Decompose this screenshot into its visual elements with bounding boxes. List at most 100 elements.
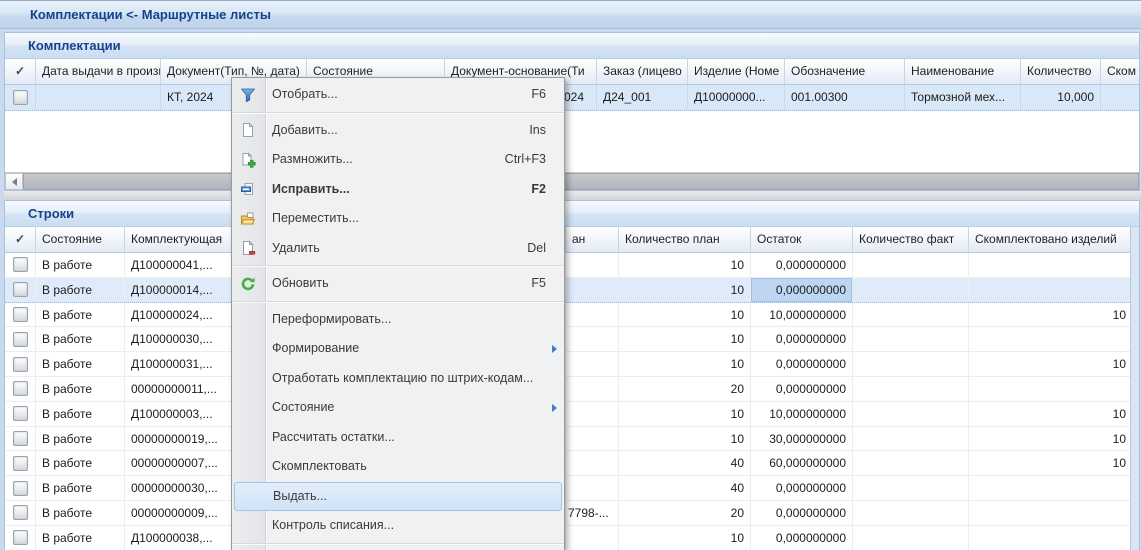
table-row[interactable]: В работе00000000009,...7798-...200,00000… [5,501,1139,526]
cell: В работе [36,377,125,401]
row-checkbox[interactable] [13,307,28,322]
panel-splitter[interactable] [4,191,1141,200]
column-header[interactable]: Скомплектовано изделий [969,227,1133,253]
row-select-cell [5,451,36,475]
column-header[interactable]: Состояние [36,227,125,253]
cell [853,427,969,451]
column-header[interactable]: ан [566,227,619,253]
cell [853,303,969,327]
column-header[interactable]: Изделие (Номе [688,59,785,85]
table-row[interactable]: В работеД100000041,...100,000000000 [5,253,1139,278]
cell: 0,000000000 [751,278,853,302]
menu-item[interactable]: Формирование [232,334,564,364]
menu-item[interactable]: УдалитьDel [232,234,564,264]
cell: 00000000009,... [125,501,232,525]
table-row[interactable]: В работе00000000019,...1030,00000000010 [5,427,1139,452]
cell: 10 [969,451,1133,475]
cell [853,253,969,277]
menu-item[interactable]: Переместить... [232,204,564,234]
column-header[interactable]: Количество факт [853,227,969,253]
column-header[interactable]: Остаток [751,227,853,253]
row-checkbox[interactable] [13,332,28,347]
row-checkbox[interactable] [13,257,28,272]
stroki-v-scrollbar[interactable] [1130,227,1139,550]
cell [566,327,619,351]
table-row[interactable]: В работе00000000030,...400,000000000 [5,476,1139,501]
menu-item[interactable]: Исправить...F2 [232,175,564,205]
row-checkbox[interactable] [13,406,28,421]
column-header[interactable]: Дата выдачи в произв [36,59,161,85]
h-scrollbar-thumb[interactable] [23,173,1139,190]
window-title: Комплектации <- Маршрутные листы [30,7,271,22]
menu-item[interactable]: Отобрать...F6 [232,80,564,110]
row-checkbox[interactable] [13,505,28,520]
row-checkbox[interactable] [13,90,28,105]
table-row[interactable]: В работеД100000038,...100,000000000 [5,526,1139,550]
table-row[interactable]: В работеД100000003,...1010,00000000010 [5,402,1139,427]
column-header[interactable]: Количество [1021,59,1101,85]
cell: 10 [969,352,1133,376]
menu-item[interactable]: Переформировать... [232,305,564,335]
cell: 40 [619,451,751,475]
table-row[interactable]: В работе00000000011,...200,000000000 [5,377,1139,402]
row-checkbox[interactable] [13,530,28,545]
column-header[interactable]: Заказ (лицево [597,59,688,85]
row-checkbox[interactable] [13,282,28,297]
cell: Д100000038,... [125,526,232,550]
row-select-cell [5,402,36,426]
column-header[interactable]: Обозначение [785,59,905,85]
row-checkbox[interactable] [13,357,28,372]
left-arrow-icon [12,178,17,186]
menu-separator [232,301,564,302]
cell: 10,000 [1021,85,1101,110]
row-select-cell [5,303,36,327]
table-row[interactable]: В работеД100000030,...100,000000000 [5,327,1139,352]
column-header[interactable]: Комплектующая [125,227,232,253]
table-row[interactable]: В работеД100000024,...1010,00000000010 [5,303,1139,328]
table-row[interactable]: В работе00000000007,...4060,00000000010 [5,451,1139,476]
row-checkbox[interactable] [13,481,28,496]
menu-item[interactable]: Контроль списания... [232,511,564,541]
cell [969,253,1133,277]
menu-item[interactable]: Добавить...Ins [232,116,564,146]
cell: Тормозной мех... [905,85,1021,110]
row-select-cell [5,327,36,351]
row-checkbox[interactable] [13,381,28,396]
row-select-cell [5,526,36,550]
row-select-cell [5,377,36,401]
table-row[interactable]: В работеД100000014,...100,000000000 [5,278,1139,303]
cell: 10 [619,303,751,327]
menu-item[interactable]: ОбновитьF5 [232,269,564,299]
column-header[interactable]: Количество план [619,227,751,253]
row-checkbox[interactable] [13,431,28,446]
select-all-header-cell[interactable]: ✓ [5,59,36,85]
menu-item-label: Формирование [272,341,359,355]
row-select-cell [5,85,36,110]
menu-item[interactable]: Отработать комплектацию по штрих-кодам..… [232,364,564,394]
row-checkbox[interactable] [13,456,28,471]
row-select-cell [5,476,36,500]
menu-item-shortcut: Ctrl+F3 [505,145,546,175]
cell [36,85,161,110]
column-header[interactable]: Наименование [905,59,1021,85]
duplicate-page-icon [240,152,256,168]
menu-item[interactable]: Размножить...Ctrl+F3 [232,145,564,175]
cell [969,377,1133,401]
menu-item-shortcut: F5 [531,269,546,299]
table-row[interactable]: В работеД100000031,...100,00000000010 [5,352,1139,377]
cell: В работе [36,476,125,500]
select-all-header-cell[interactable]: ✓ [5,227,36,253]
menu-item[interactable]: Скомплектовать [232,452,564,482]
context-menu-items: Отобрать...F6 Добавить...InsРазмножить...… [232,78,564,544]
kompl-h-scrollbar[interactable] [5,172,1139,190]
cell: 10 [969,303,1133,327]
menu-item-label: Добавить... [272,123,338,137]
stroki-grid-rows: В работеД100000041,...100,000000000В раб… [5,253,1139,550]
menu-item[interactable]: Выдать... [234,482,562,512]
menu-item[interactable]: Рассчитать остатки... [232,423,564,453]
column-header[interactable]: Ском [1101,59,1139,85]
kompl-row[interactable]: КТ, 2024024Д24_001Д10000000...001.00300Т… [5,85,1139,111]
kompl-grid-empty-area [5,111,1139,172]
menu-item[interactable]: Состояние [232,393,564,423]
scroll-left-button[interactable] [5,173,23,190]
